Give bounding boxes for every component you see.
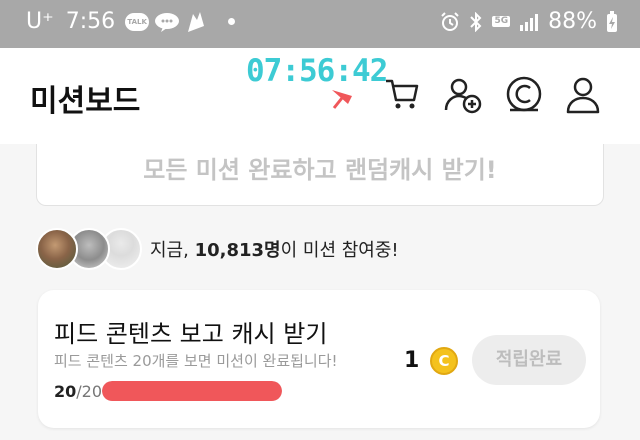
participants-text: 지금, 10,813명이 미션 참여중! [150, 236, 399, 262]
network-5g-icon: 5G [492, 16, 511, 27]
avatar [36, 228, 78, 270]
progress-label: 20/20 [54, 382, 102, 401]
page-title: 미션보드 [30, 84, 141, 119]
pin-marker-icon[interactable] [328, 84, 358, 114]
progress-total: /20 [76, 382, 103, 401]
progress-current: 20 [54, 382, 77, 401]
bluetooth-icon [470, 11, 482, 32]
cash-icon[interactable] [504, 76, 544, 114]
mission-title: 피드 콘텐츠 보고 캐시 받기 [54, 320, 328, 348]
mission-description: 피드 콘텐츠 20개를 보면 미션이 완료됩니다! [54, 352, 338, 370]
participants-row: 지금, 10,813명이 미션 참여중! [36, 226, 399, 272]
status-bar: U⁺ 7:56 TALK 5G 88% [0, 0, 640, 48]
all-missions-banner[interactable]: 모든 미션 완료하고 랜덤캐시 받기! [36, 144, 604, 206]
coin-icon: C [430, 347, 458, 375]
banner-text: 모든 미션 완료하고 랜덤캐시 받기! [143, 156, 497, 184]
participants-suffix: 이 미션 참여중! [280, 240, 399, 261]
progress-bar-fill [102, 381, 282, 401]
chat-bubble-icon [155, 12, 180, 32]
status-time: 7:56 [65, 9, 116, 34]
alarm-icon [441, 11, 460, 31]
more-notifications-dot [228, 18, 236, 25]
reward-amount: 1 [404, 348, 420, 373]
kakaotalk-icon: TALK [125, 12, 150, 31]
participants-prefix: 지금, [150, 240, 195, 261]
floating-clock-overlay: 07:56:42 [246, 53, 388, 89]
carrier-label: U⁺ [26, 9, 54, 34]
progress-bar [102, 381, 282, 401]
signal-icon [520, 13, 539, 31]
battery-percent: 88% [548, 9, 597, 34]
app-notification-icon [188, 11, 205, 32]
participants-count: 10,813명 [194, 240, 281, 261]
notification-icons: TALK [125, 10, 236, 34]
status-right: 5G 88% [440, 9, 618, 34]
profile-icon[interactable] [566, 76, 600, 114]
battery-charging-icon [607, 10, 617, 32]
claim-complete-button[interactable]: 적립완료 [472, 335, 586, 385]
mission-card[interactable]: 피드 콘텐츠 보고 캐시 받기 피드 콘텐츠 20개를 보면 미션이 완료됩니다… [38, 290, 600, 428]
add-user-icon[interactable] [444, 76, 482, 114]
cart-icon[interactable] [384, 76, 420, 112]
status-left: U⁺ 7:56 TALK [26, 9, 236, 34]
participant-avatars [36, 226, 146, 272]
